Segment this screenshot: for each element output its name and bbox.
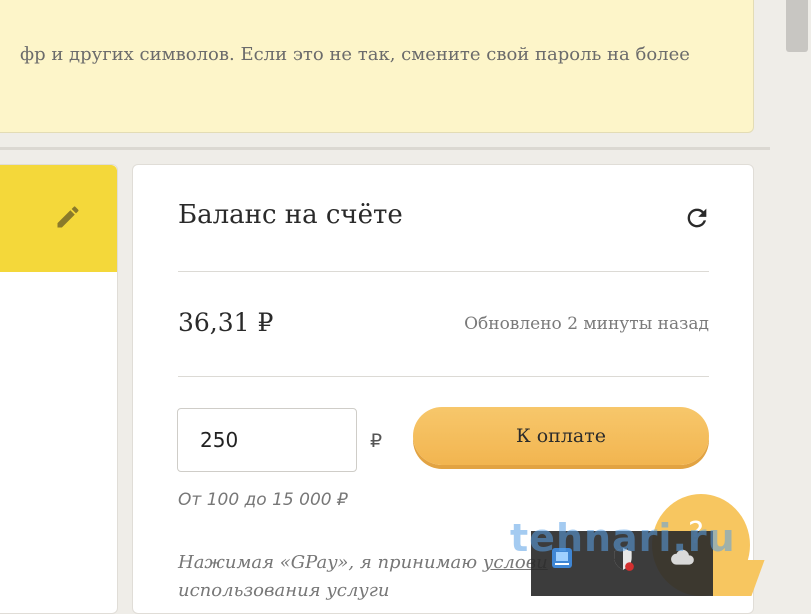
section-divider [0, 147, 770, 150]
scrollbar-thumb[interactable] [786, 0, 808, 52]
payment-limit-hint: От 100 до 15 000 ₽ [178, 490, 348, 510]
payment-amount-input[interactable] [177, 408, 357, 472]
pay-button[interactable]: К оплате [413, 407, 709, 465]
password-notice-text: фр и других символов. Если это не так, с… [20, 44, 690, 65]
balance-amount: 36,31 ₽ [178, 308, 274, 337]
watermark: tehnari.ru [510, 516, 736, 560]
account-card [0, 164, 118, 614]
terms-text: Нажимая «GPay», я принимаю услови исполь… [178, 549, 548, 605]
terms-line2: использования услуги [178, 580, 390, 601]
terms-prefix: Нажимая «GPay», я принимаю [178, 552, 478, 573]
currency-sign: ₽ [370, 430, 383, 452]
balance-updated-time: Обновлено 2 минуты назад [464, 314, 709, 334]
pencil-icon[interactable] [54, 203, 82, 231]
refresh-icon[interactable] [683, 204, 711, 232]
card-divider-middle [178, 376, 709, 377]
card-divider-top [178, 271, 709, 272]
balance-card-title: Баланс на счёте [178, 200, 403, 230]
password-notice [0, 0, 754, 133]
